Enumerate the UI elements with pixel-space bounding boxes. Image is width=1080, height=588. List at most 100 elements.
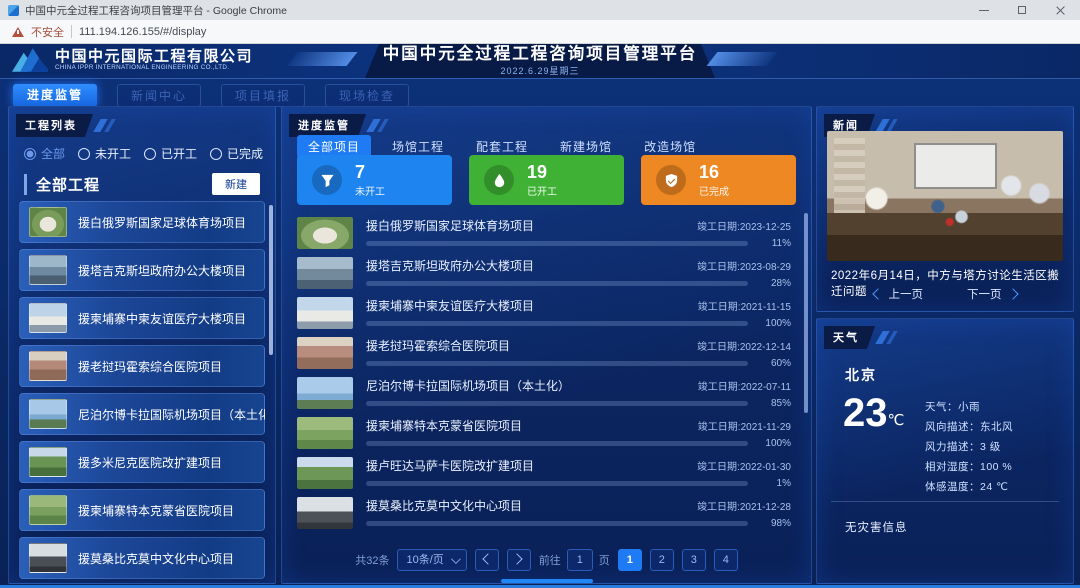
project-card[interactable]: 援白俄罗斯国家足球体育场项目 bbox=[19, 201, 265, 243]
project-thumbnail bbox=[29, 351, 67, 381]
detail-value: 3 级 bbox=[980, 441, 1001, 453]
project-card[interactable]: 援柬埔寨特本克蒙省医院项目 bbox=[19, 489, 265, 531]
progress-row[interactable]: 援柬埔寨特本克蒙省医院项目 竣工日期:2021-11-29 100% bbox=[297, 413, 791, 453]
detail-label: 体感温度： bbox=[925, 481, 980, 493]
date-value: 2021-12-28 bbox=[740, 502, 791, 513]
panel-title: 天气 bbox=[824, 326, 875, 349]
completion-date: 竣工日期:2022-01-30 bbox=[697, 458, 791, 473]
progress-row[interactable]: 援塔吉克斯坦政府办公大楼项目 竣工日期:2023-08-29 28% bbox=[297, 253, 791, 293]
news-next-button[interactable]: 下一页 bbox=[967, 286, 1017, 302]
progress-percent: 100% bbox=[757, 318, 791, 329]
project-card[interactable]: 援老挝玛霍索综合医院项目 bbox=[19, 345, 265, 387]
news-photo[interactable] bbox=[827, 131, 1063, 261]
project-thumbnail bbox=[297, 337, 353, 369]
chevron-left-icon bbox=[872, 288, 883, 299]
project-name: 援柬埔寨特本克蒙省医院项目 bbox=[78, 502, 234, 519]
window-controls bbox=[978, 4, 1072, 16]
status-filter-radio[interactable]: 已开工 bbox=[144, 145, 197, 162]
project-card[interactable]: 尼泊尔博卡拉国际机场项目（本土化） bbox=[19, 393, 265, 435]
project-name: 尼泊尔博卡拉国际机场项目（本土化） bbox=[366, 377, 570, 394]
minimize-button[interactable] bbox=[978, 4, 990, 16]
detail-value: 100 % bbox=[980, 461, 1012, 473]
status-filter-radio[interactable]: 已完成 bbox=[210, 145, 263, 162]
detail-value: 24 ℃ bbox=[980, 481, 1008, 493]
page-number-button[interactable]: 4 bbox=[714, 549, 738, 571]
project-thumbnail bbox=[297, 297, 353, 329]
horizontal-scrollbar[interactable] bbox=[501, 579, 593, 583]
progress-percent: 100% bbox=[757, 438, 791, 449]
radio-icon bbox=[210, 148, 222, 160]
progress-row-list: 援白俄罗斯国家足球体育场项目 竣工日期:2023-12-25 11% bbox=[297, 213, 791, 533]
stat-value: 7 bbox=[355, 162, 385, 183]
stat-label: 已开工 bbox=[527, 183, 557, 198]
project-thumbnail bbox=[297, 497, 353, 529]
page-number-button[interactable]: 3 bbox=[682, 549, 706, 571]
goto-page-input[interactable]: 1 bbox=[567, 549, 593, 571]
status-filter-radio[interactable]: 未开工 bbox=[78, 145, 131, 162]
header-decoration-left bbox=[287, 52, 358, 66]
progress-row[interactable]: 援莫桑比克莫中文化中心项目 竣工日期:2021-12-28 98% bbox=[297, 493, 791, 533]
page-number-button[interactable]: 2 bbox=[650, 549, 674, 571]
project-name: 援老挝玛霍索综合医院项目 bbox=[78, 358, 222, 375]
nav-tab[interactable]: 新闻中心 bbox=[117, 84, 201, 107]
progress-row[interactable]: 援柬埔寨中柬友谊医疗大楼项目 竣工日期:2021-11-15 100% bbox=[297, 293, 791, 333]
chrome-tab-favicon bbox=[8, 5, 19, 16]
left-list-scrollbar[interactable] bbox=[269, 205, 273, 355]
progress-list-scrollbar[interactable] bbox=[804, 213, 808, 413]
project-card[interactable]: 援莫桑比克莫中文化中心项目 bbox=[19, 537, 265, 579]
date-value: 2021-11-29 bbox=[741, 422, 791, 433]
completion-date: 竣工日期:2022-07-11 bbox=[698, 378, 791, 393]
progress-track bbox=[366, 521, 748, 526]
url-text[interactable]: 111.194.126.155/#/display bbox=[79, 26, 206, 38]
stat-label: 未开工 bbox=[355, 183, 385, 198]
detail-value: 小雨 bbox=[958, 401, 980, 413]
chevron-down-icon bbox=[451, 554, 461, 564]
news-prev-button[interactable]: 上一页 bbox=[874, 286, 924, 302]
date-label: 竣工日期: bbox=[697, 222, 740, 233]
progress-track bbox=[366, 241, 748, 246]
weather-details: 天气：小雨 风向描述：东北风 风力描述：3 级 相对湿度：100 % 体感温度：… bbox=[925, 399, 1013, 494]
progress-row[interactable]: 援老挝玛霍索综合医院项目 竣工日期:2022-12-14 60% bbox=[297, 333, 791, 373]
news-navigation: 上一页 下一页 bbox=[817, 286, 1073, 302]
news-panel: 新闻 2022年6月14日，中方与塔方讨论生活区搬迁问题 上一页 下一页 bbox=[816, 106, 1074, 312]
stat-card-not-started[interactable]: 7 未开工 bbox=[297, 155, 452, 205]
progress-row[interactable]: 援卢旺达马萨卡医院改扩建项目 竣工日期:2022-01-30 1% bbox=[297, 453, 791, 493]
disaster-info: 无灾害信息 bbox=[845, 519, 908, 535]
security-label[interactable]: 不安全 bbox=[31, 24, 64, 40]
project-card[interactable]: 援多米尼克医院改扩建项目 bbox=[19, 441, 265, 483]
next-page-button[interactable] bbox=[507, 549, 531, 571]
detail-label: 风向描述： bbox=[925, 421, 980, 433]
page-number-button[interactable]: 1 bbox=[618, 549, 642, 571]
new-project-button[interactable]: 新建 bbox=[212, 173, 260, 195]
nav-tab[interactable]: 现场检查 bbox=[325, 84, 409, 107]
page-size-select[interactable]: 10条/页 bbox=[397, 549, 466, 571]
funnel-icon bbox=[312, 165, 342, 195]
progress-percent: 28% bbox=[757, 278, 791, 289]
nav-tab[interactable]: 项目填报 bbox=[221, 84, 305, 107]
prev-page-button[interactable] bbox=[475, 549, 499, 571]
progress-track bbox=[366, 441, 748, 446]
progress-row[interactable]: 援白俄罗斯国家足球体育场项目 竣工日期:2023-12-25 11% bbox=[297, 213, 791, 253]
status-summary-cards: 7 未开工 19 已开工 bbox=[297, 155, 796, 205]
status-filter-radio[interactable]: 全部 bbox=[24, 145, 65, 162]
browser-window: 中国中元全过程工程咨询项目管理平台 - Google Chrome 不安全 11… bbox=[0, 0, 1080, 588]
completion-date: 竣工日期:2023-08-29 bbox=[697, 258, 791, 273]
stat-card-completed[interactable]: 16 已完成 bbox=[641, 155, 796, 205]
project-card[interactable]: 援塔吉克斯坦政府办公大楼项目 bbox=[19, 249, 265, 291]
progress-row[interactable]: 尼泊尔博卡拉国际机场项目（本土化） 竣工日期:2022-07-11 85% bbox=[297, 373, 791, 413]
chevron-right-icon bbox=[512, 553, 523, 564]
radio-icon bbox=[78, 148, 90, 160]
maximize-button[interactable] bbox=[1016, 4, 1028, 16]
close-button[interactable] bbox=[1054, 4, 1066, 16]
weather-temperature: 23 ℃ bbox=[843, 393, 904, 433]
browser-tab-title: 中国中元全过程工程咨询项目管理平台 - Google Chrome bbox=[25, 3, 287, 18]
nav-tab[interactable]: 进度监管 bbox=[13, 84, 97, 107]
browser-address-bar[interactable]: 不安全 111.194.126.155/#/display bbox=[0, 20, 1080, 44]
project-thumbnail bbox=[29, 447, 67, 477]
progress-track bbox=[366, 281, 748, 286]
stat-label: 已完成 bbox=[699, 183, 729, 198]
project-card[interactable]: 援柬埔寨中柬友谊医疗大楼项目 bbox=[19, 297, 265, 339]
project-name: 援柬埔寨特本克蒙省医院项目 bbox=[366, 417, 522, 434]
stat-card-started[interactable]: 19 已开工 bbox=[469, 155, 624, 205]
app-root: 中国中元国际工程有限公司 CHINA IPPR INTERNATIONAL EN… bbox=[0, 44, 1080, 588]
